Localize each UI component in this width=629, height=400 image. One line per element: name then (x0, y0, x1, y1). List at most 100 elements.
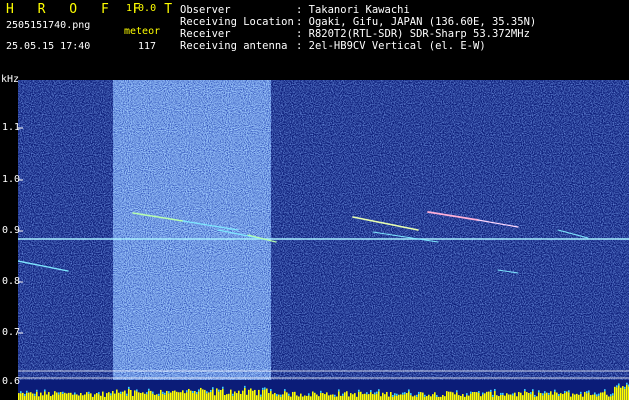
amplitude-bar (182, 390, 184, 400)
amplitude-bar-peak (222, 386, 224, 389)
amplitude-bar (612, 395, 614, 400)
amplitude-bar (124, 390, 126, 400)
amplitude-bar (518, 392, 520, 400)
amplitude-bar (508, 394, 510, 400)
amplitude-bar (54, 391, 56, 400)
amplitude-bar (318, 396, 320, 400)
amplitude-bar (568, 392, 570, 400)
amplitude-bar-peak (490, 389, 492, 392)
amplitude-bar (204, 389, 206, 400)
amplitude-bar-peak (198, 389, 200, 392)
amplitude-bar (298, 396, 300, 400)
amplitude-bar (260, 396, 262, 400)
amplitude-bar (598, 395, 600, 400)
amplitude-bar-peak (538, 390, 540, 393)
amplitude-bar (600, 392, 602, 400)
amplitude-bar (374, 394, 376, 400)
amplitude-bar (444, 396, 446, 400)
amplitude-bar (208, 392, 210, 400)
amplitude-bar (164, 394, 166, 400)
amplitude-bar-peak (532, 389, 534, 392)
amplitude-bar (428, 394, 430, 400)
amplitude-bar-peak (436, 394, 438, 397)
amplitude-bar (574, 394, 576, 400)
y-tick-label: 0.6 (2, 376, 21, 387)
amplitude-bar (212, 389, 214, 400)
app-version: 1.0.0 (126, 3, 157, 14)
amplitude-bar-peak (148, 388, 150, 391)
amplitude-bar (34, 395, 36, 400)
amplitude-bar (364, 393, 366, 400)
amplitude-bar (82, 395, 84, 400)
amplitude-bar (28, 392, 30, 400)
info-key-receiver: Receiver (180, 28, 231, 40)
amplitude-bar-peak (338, 389, 340, 392)
amplitude-bar (312, 391, 314, 400)
amplitude-bar (226, 394, 228, 400)
amplitude-bar (322, 393, 324, 400)
amplitude-bar-peak (502, 392, 504, 395)
amplitude-bar (98, 394, 100, 400)
amplitude-bar (276, 396, 278, 400)
amplitude-bar (562, 394, 564, 400)
info-value-receiver: : R820T2(RTL-SDR) SDR-Sharp 53.372MHz (296, 28, 530, 40)
amplitude-bar-peak (36, 389, 38, 392)
amplitude-bar (564, 392, 566, 400)
amplitude-bar-peak (598, 393, 600, 396)
meteor-label: meteor (124, 26, 161, 37)
amplitude-bar (314, 392, 316, 400)
amplitude-bar (394, 395, 396, 400)
amplitude-bar (78, 395, 80, 400)
amplitude-bar (86, 392, 88, 400)
amplitude-bar-peak (146, 392, 148, 395)
file-name: 2505151740.png (6, 20, 91, 31)
amplitude-bar (486, 391, 488, 400)
amplitude-bar (490, 391, 492, 400)
amplitude-bar (62, 393, 64, 400)
amplitude-bar (346, 391, 348, 400)
amplitude-bar (614, 386, 616, 400)
amplitude-bar (624, 388, 626, 400)
amplitude-bar (488, 391, 490, 400)
amplitude-bar (588, 392, 590, 400)
amplitude-bar (384, 394, 386, 400)
amplitude-bar (474, 391, 476, 400)
amplitude-bar (372, 394, 374, 400)
amplitude-bar (512, 395, 514, 400)
amplitude-bar (150, 390, 152, 400)
amplitude-bar (70, 392, 72, 400)
amplitude-bar (148, 390, 150, 400)
amplitude-bar (216, 388, 218, 400)
amplitude-bar (38, 396, 40, 400)
amplitude-bar (478, 393, 480, 400)
amplitude-bar (186, 392, 188, 400)
amplitude-bar (114, 393, 116, 400)
amplitude-bar-peak (392, 394, 394, 397)
amplitude-bar-peak (394, 393, 396, 396)
amplitude-bar (278, 394, 280, 400)
amplitude-bar (42, 395, 44, 400)
amplitude-bar (330, 394, 332, 400)
amplitude-bar (604, 391, 606, 400)
amplitude-bar (26, 392, 28, 400)
amplitude-bar (618, 385, 620, 400)
amplitude-bar (418, 393, 420, 400)
amplitude-bar-peak (568, 390, 570, 393)
amplitude-bar (162, 393, 164, 400)
amplitude-bar (338, 391, 340, 400)
amplitude-bar (340, 395, 342, 400)
amplitude-bar-peak (264, 387, 266, 390)
amplitude-bar (152, 393, 154, 400)
amplitude-bar (610, 396, 612, 400)
amplitude-bar (538, 392, 540, 400)
amplitude-bar-peak (478, 391, 480, 394)
amplitude-bar (158, 395, 160, 400)
amplitude-bar (348, 396, 350, 400)
amplitude-bar (404, 394, 406, 400)
amplitude-bar-peak (128, 386, 130, 389)
amplitude-bar (366, 394, 368, 400)
amplitude-bar-peak (554, 389, 556, 392)
amplitude-bar (242, 390, 244, 400)
amplitude-bar-peak (212, 387, 214, 390)
amplitude-bar (468, 395, 470, 400)
